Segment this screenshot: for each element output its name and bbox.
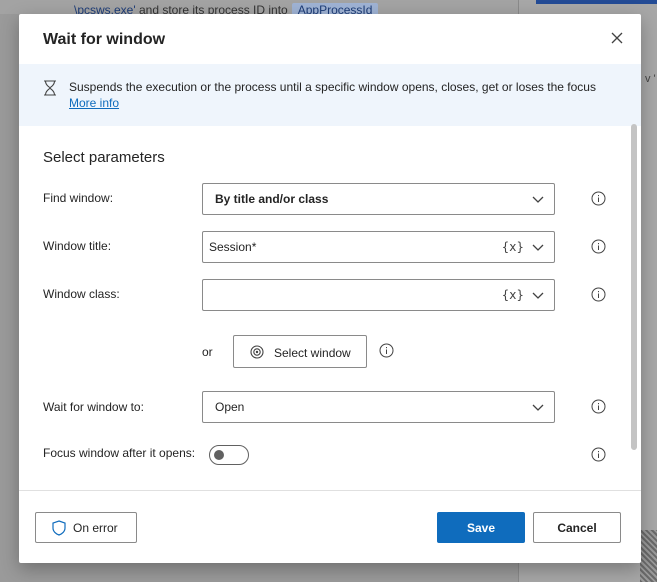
chevron-down-icon — [532, 196, 544, 203]
window-title-label: Window title: — [43, 239, 112, 253]
on-error-button[interactable]: On error — [35, 512, 137, 543]
dialog-header: Wait for window — [19, 14, 641, 64]
scrollbar[interactable] — [631, 124, 637, 450]
chevron-down-icon — [532, 404, 544, 411]
shield-icon — [52, 520, 66, 536]
banner-description: Suspends the execution or the process un… — [69, 80, 596, 94]
variable-picker-icon[interactable]: {x} — [502, 240, 524, 254]
find-window-label: Find window: — [43, 191, 114, 205]
save-button[interactable]: Save — [437, 512, 525, 543]
on-error-label: On error — [73, 521, 118, 535]
select-window-button[interactable]: Select window — [233, 335, 367, 368]
info-banner: Suspends the execution or the process un… — [19, 64, 641, 126]
background-primary-button — [536, 0, 657, 4]
wait-for-value: Open — [215, 400, 245, 414]
info-icon[interactable] — [591, 447, 606, 462]
focus-window-toggle[interactable] — [209, 445, 249, 465]
or-label: or — [202, 345, 213, 359]
toggle-knob — [214, 450, 224, 460]
footer-divider — [19, 490, 641, 491]
info-icon[interactable] — [591, 287, 606, 302]
select-window-label: Select window — [274, 346, 351, 360]
more-info-link[interactable]: More info — [69, 96, 119, 110]
background-thumbnail — [640, 530, 657, 582]
background-right-text: v ' — [645, 73, 656, 85]
close-icon — [611, 32, 623, 44]
focus-window-label: Focus window after it opens: — [43, 446, 196, 460]
window-class-label: Window class: — [43, 287, 120, 301]
wait-for-dropdown[interactable]: Open — [202, 391, 555, 423]
info-icon[interactable] — [379, 343, 394, 358]
find-window-value: By title and/or class — [215, 192, 329, 206]
section-title: Select parameters — [43, 149, 165, 166]
cancel-button[interactable]: Cancel — [533, 512, 621, 543]
window-title-input[interactable]: Session* {x} — [202, 231, 555, 263]
wait-for-label: Wait for window to: — [43, 400, 144, 414]
chevron-down-icon[interactable] — [532, 242, 544, 252]
window-title-value: Session* — [209, 240, 257, 254]
window-class-input[interactable]: {x} — [202, 279, 555, 311]
find-window-dropdown[interactable]: By title and/or class — [202, 183, 555, 215]
close-button[interactable] — [607, 28, 627, 48]
variable-picker-icon[interactable]: {x} — [502, 288, 524, 302]
info-icon[interactable] — [591, 399, 606, 414]
info-icon[interactable] — [591, 191, 606, 206]
target-icon — [250, 345, 264, 359]
hourglass-icon — [44, 80, 56, 96]
info-icon[interactable] — [591, 239, 606, 254]
chevron-down-icon[interactable] — [532, 290, 544, 300]
wait-for-window-dialog: Wait for window Suspends the execution o… — [19, 14, 641, 563]
dialog-title: Wait for window — [43, 31, 166, 48]
